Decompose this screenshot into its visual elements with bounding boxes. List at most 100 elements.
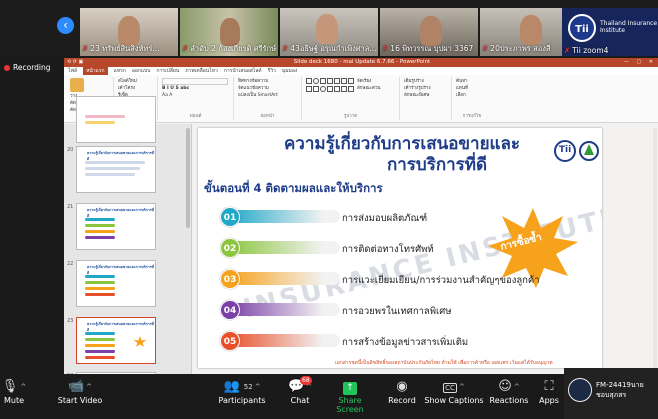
shape-outline-button[interactable]: เค้าร่างรูปร่าง — [404, 85, 447, 92]
tab-design[interactable]: ออกแบบ — [132, 67, 151, 75]
ribbon-group-shape-format: เติมรูปร่าง เค้าร่างรูปร่าง ลักษณะพิเศษ — [400, 77, 452, 120]
tab-animations[interactable]: ภาพเคลื่อนไหว — [185, 67, 218, 75]
arrange-button[interactable]: จัดเรียง — [357, 78, 381, 85]
find-button[interactable]: ค้นหา — [456, 78, 488, 85]
step-item: 02 — [220, 238, 340, 258]
align-text-button[interactable]: จัดแนวข้อความ — [238, 85, 297, 92]
text-direction-button[interactable]: ทิศทางข้อความ — [238, 78, 297, 85]
start-video-button[interactable]: 📹 ^ Start Video — [52, 378, 108, 405]
tii-logo-caption: Thailand Insurance Institute — [600, 20, 658, 34]
quick-styles-button[interactable]: ลักษณะด่วน — [357, 85, 381, 92]
font-style-buttons[interactable]: B I U S abc — [162, 85, 229, 92]
record-button[interactable]: ◉ Record — [386, 378, 418, 405]
slide-scrollbar[interactable] — [653, 128, 657, 368]
tab-transitions[interactable]: การเปลี่ยน — [156, 67, 179, 75]
current-slide[interactable]: INSURANCE INSTITUTE ความรู้เกี่ยวกับการเ… — [198, 128, 602, 368]
ribbon-group-editing: ค้นหา แทนที่ เลือก การแก้ไข — [452, 77, 492, 120]
group-label: ย่อหน้า — [260, 114, 275, 119]
muted-mic-icon: ✗ — [282, 44, 289, 53]
shape-fill-button[interactable]: เติมรูปร่าง — [404, 78, 447, 85]
step-item: 01 — [220, 207, 340, 227]
step-label: การส่งมอบผลิตภัณฑ์ — [342, 213, 428, 224]
recording-indicator[interactable]: Recording — [4, 63, 51, 72]
step-number-badge: 04 — [220, 300, 240, 320]
step-label: การติดต่อทางโทรศัพท์ — [342, 244, 434, 255]
participant-tile[interactable]: ✗ 43อธิษฐ์ อรุณกำเพิงศาล... — [280, 8, 378, 56]
thumbnail-number: 21 — [67, 204, 74, 210]
participant-tile[interactable]: ✗ 23 ทรัพย์สินสิงห์ทร่... — [80, 8, 178, 56]
start-video-label: Start Video — [57, 396, 103, 405]
smartart-button[interactable]: แปลงเป็น SmartArt — [238, 92, 297, 99]
chat-label: Chat — [290, 396, 310, 405]
step-number-badge: 02 — [220, 238, 240, 258]
step-label: การแวะเยี่ยมเยียน/การร่วมงานสำคัญๆของลูก… — [342, 275, 540, 286]
chevron-up-icon[interactable]: ^ — [255, 383, 261, 391]
show-captions-button[interactable]: CC ^ Show Captions — [424, 378, 484, 405]
new-slide-button[interactable]: สไลด์ใหม่ — [118, 78, 153, 85]
participant-gallery: ‹ ✗ 23 ทรัพย์สินสิงห์ทร่... ✗ ลำดับ 2 ก้อง… — [0, 0, 658, 56]
self-name-line1: FM-24419นาย — [596, 381, 644, 389]
slide-title-line2: การบริการที่ดี — [386, 155, 488, 175]
font-name-box[interactable] — [162, 78, 228, 85]
tab-home[interactable]: หน้าแรก — [83, 67, 108, 75]
chevron-up-icon[interactable]: ^ — [514, 383, 520, 391]
muted-mic-icon: ✗ — [564, 46, 571, 55]
window-controls[interactable]: — ▢ ✕ — [624, 58, 656, 67]
participant-name: ✗ 23 ทรัพย์สินสิงห์ทร่... — [82, 44, 160, 53]
participants-button[interactable]: 👥 52 ^ Participants — [214, 378, 270, 405]
select-button[interactable]: เลือก — [456, 92, 488, 99]
shape-effects-button[interactable]: ลักษณะพิเศษ — [404, 92, 447, 99]
participant-name: ✗ 43อธิษฐ์ อรุณกำเพิงศาล... — [282, 44, 376, 53]
ribbon-group-drawing: จัดเรียง ลักษณะด่วน รูปวาด — [302, 77, 400, 120]
step-bar — [228, 303, 340, 316]
slide-thumbnail[interactable]: 22 ความรู้เกี่ยวกับการเสนอขายและการบริกา… — [67, 260, 156, 307]
tab-view[interactable]: มุมมอง — [282, 67, 297, 75]
chevron-up-icon[interactable]: ^ — [86, 383, 92, 391]
slide-thumbnail[interactable]: 20 ความรู้เกี่ยวกับการเสนอขายและการบริกา… — [67, 146, 156, 193]
share-screen-button[interactable]: ↑ Share Screen — [326, 378, 374, 414]
tii-logo: Tii — [568, 14, 596, 42]
group-label: การแก้ไข — [462, 114, 482, 119]
shared-powerpoint-window: ⟲ ⟳ ▣ Slide deck 1680 - mai Update 6.7.6… — [64, 58, 658, 374]
chevron-up-icon[interactable]: ^ — [20, 383, 26, 391]
slide-thumbnail[interactable] — [76, 96, 156, 143]
tab-slideshow[interactable]: การนำเสนอสไลด์ — [224, 67, 262, 75]
reactions-button[interactable]: ☺ ^ Reactions — [486, 378, 532, 405]
chat-button[interactable]: 💬 68 ^ Chat — [282, 376, 318, 405]
replace-button[interactable]: แทนที่ — [456, 85, 488, 92]
muted-mic-icon: ✗ — [82, 44, 89, 53]
zoom-toolbar: 🎙 ^ Mute 📹 ^ Start Video 👥 52 ^ Participant… — [0, 374, 658, 419]
font-color-buttons[interactable]: Aa A — [162, 92, 229, 99]
quick-access-icons[interactable]: ⟲ ⟳ ▣ — [67, 58, 83, 67]
tab-insert[interactable]: แทรก — [114, 67, 126, 75]
layout-button[interactable]: เค้าโครง — [118, 85, 153, 92]
tab-review[interactable]: รีวิว — [268, 67, 276, 75]
group-label: รูปวาด — [343, 114, 358, 119]
participant-name: ✗ ลำดับ 2 ก้องเกียรติ ศรีรักษ์ — [182, 44, 276, 53]
shapes-gallery[interactable] — [306, 78, 354, 92]
tab-file[interactable]: ไฟล์ — [68, 67, 77, 75]
show-captions-label: Show Captions — [424, 396, 484, 405]
gallery-back-icon[interactable]: ‹ — [57, 17, 74, 34]
step-item: 05 — [220, 331, 340, 351]
step-number-badge: 03 — [220, 269, 240, 289]
participant-tile[interactable]: Tii Thailand Insurance Institute ✗ Tii zo… — [562, 8, 658, 56]
participant-name: ✗ 16 พิทวรรณ บุปผา 3367 — [382, 44, 474, 53]
step-bar — [228, 210, 340, 223]
slide-thumbnail[interactable]: 21 ความรู้เกี่ยวกับการเสนอขายและการบริกา… — [67, 203, 156, 250]
chevron-up-icon[interactable]: ^ — [459, 383, 465, 391]
self-view-tile[interactable]: FM-24419นาย ชอบสุภสร — [564, 368, 658, 419]
group-label: ฟอนต์ — [189, 114, 202, 119]
slide-thumbnail-selected[interactable]: 23 ความรู้เกี่ยวกับการเสนอขายและการบริกา… — [67, 317, 156, 364]
step-label: การอวยพรในเทศกาลพิเศษ — [342, 306, 452, 317]
ribbon-group-paragraph: ทิศทางข้อความ จัดแนวข้อความ แปลงเป็น Sma… — [234, 77, 302, 120]
paste-icon[interactable] — [70, 78, 84, 92]
tii-logo: Tii — [554, 140, 576, 162]
mute-button[interactable]: 🎙 ^ Mute — [0, 378, 32, 405]
thumbnails-scrollbar[interactable] — [186, 128, 190, 228]
participant-tile[interactable]: ✗ 16 พิทวรรณ บุปผา 3367 — [380, 8, 478, 56]
participant-tile[interactable]: ✗ ลำดับ 2 ก้องเกียรติ ศรีรักษ์ — [180, 8, 278, 56]
apps-button[interactable]: ⛶ Apps — [536, 378, 562, 405]
participant-figure — [520, 15, 542, 45]
slide-step-heading: ขั้นตอนที่ 4 ติดตามผลและให้บริการ — [204, 181, 383, 195]
